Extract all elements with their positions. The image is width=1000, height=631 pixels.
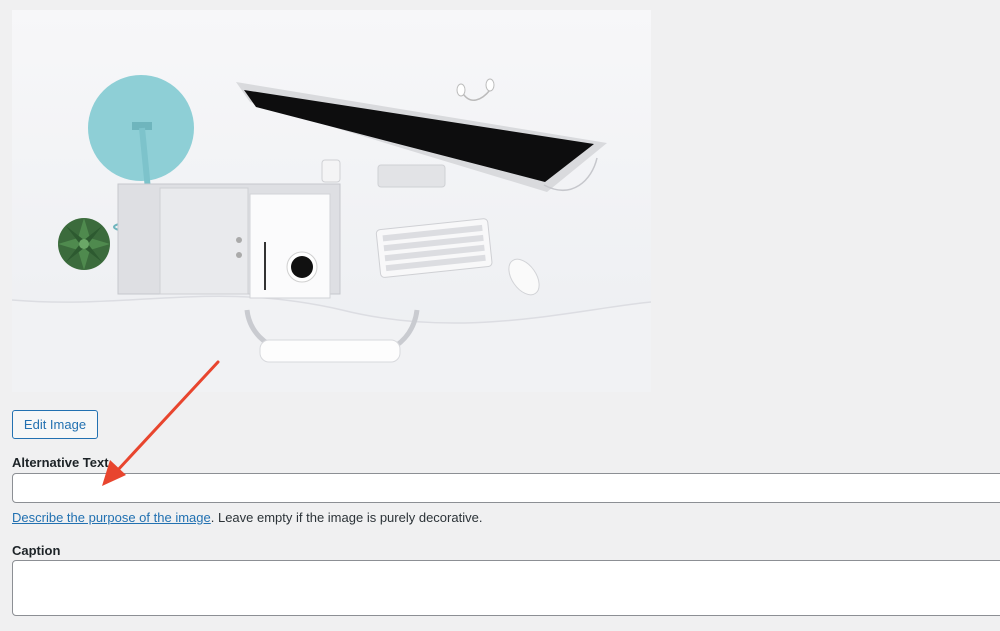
alt-text-label: Alternative Text xyxy=(12,455,109,470)
edit-image-button[interactable]: Edit Image xyxy=(12,410,98,439)
image-preview xyxy=(12,10,651,392)
alt-text-help-rest: . Leave empty if the image is purely dec… xyxy=(210,510,483,525)
alt-text-input[interactable] xyxy=(12,473,1000,503)
caption-label: Caption xyxy=(12,543,61,558)
describe-purpose-link[interactable]: Describe the purpose of the image xyxy=(12,510,211,525)
caption-textarea[interactable] xyxy=(12,560,1000,616)
desk-workspace-photo xyxy=(12,10,651,392)
alt-text-help: Describe the purpose of the image. Leave… xyxy=(12,510,482,525)
